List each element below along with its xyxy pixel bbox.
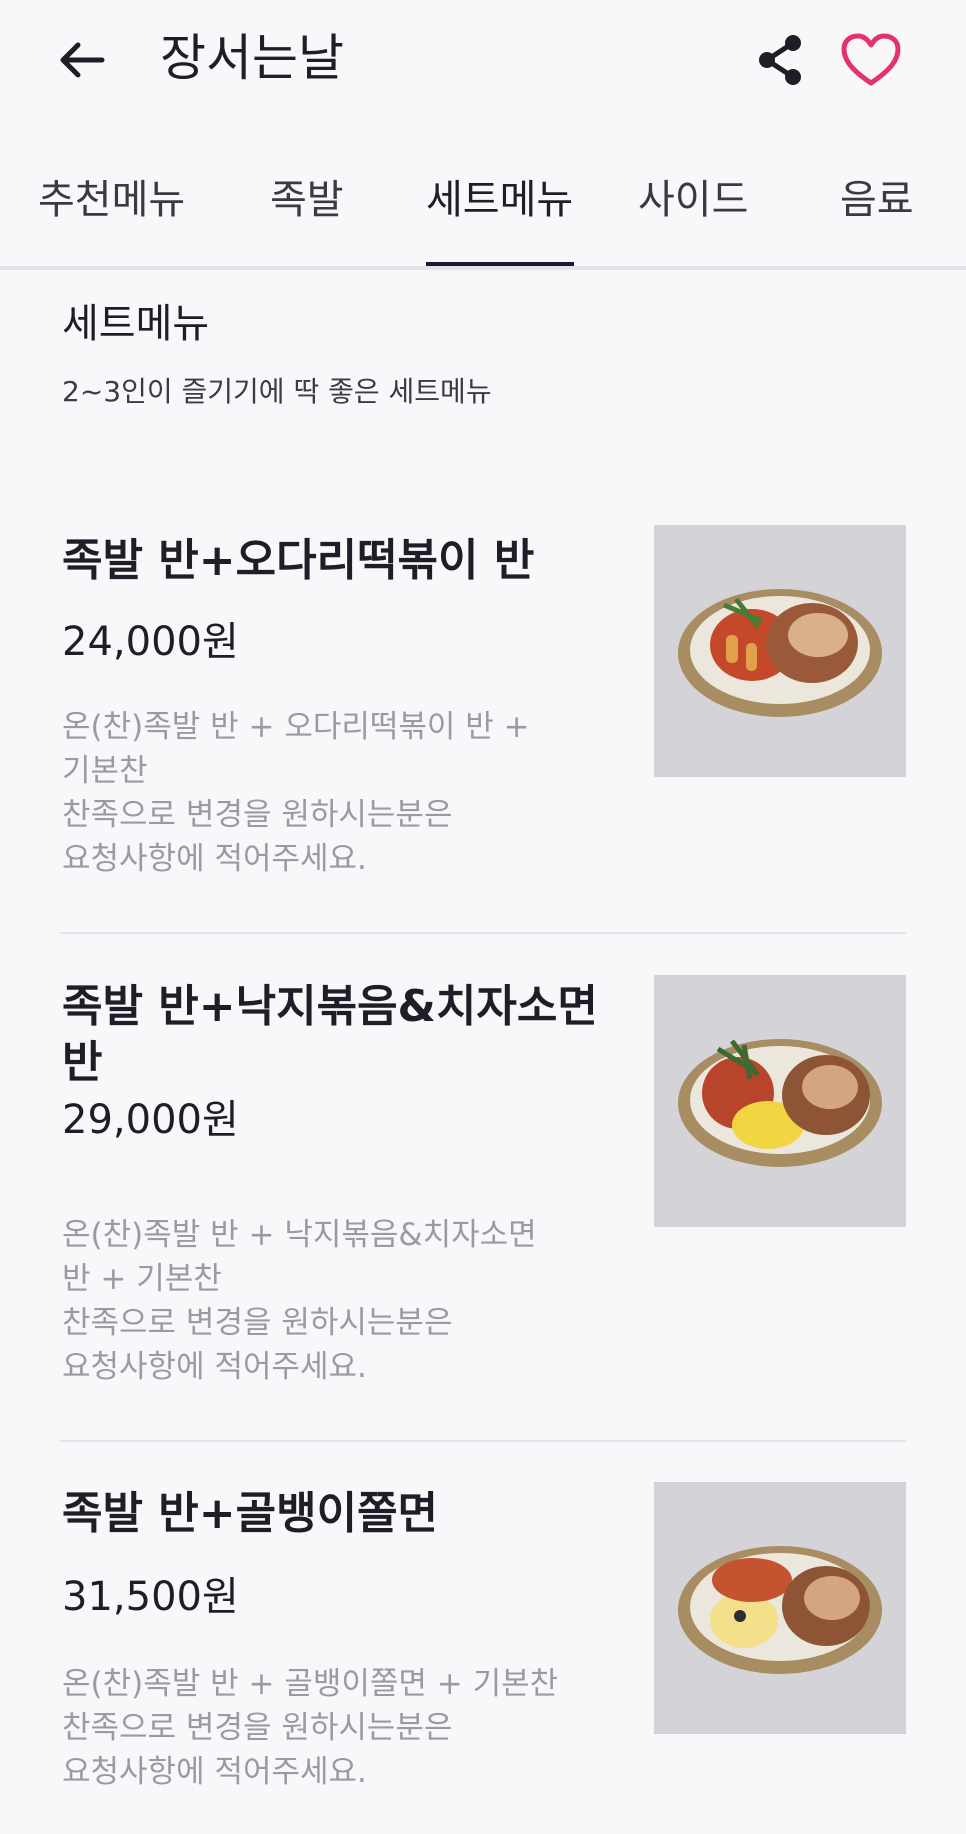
item-divider: [60, 1440, 906, 1442]
page-title: 장서는날: [160, 29, 344, 87]
menu-item-description: 온(찬)족발 반 + 낙지볶음&치자소면 반 + 기본찬 찬족으로 변경을 원하…: [62, 1217, 537, 1385]
menu-item-photo: [654, 525, 906, 777]
arrow-left-icon: [60, 42, 105, 78]
menu-item[interactable]: 족발 반+낙지볶음&치자소면 반 29,000원 온(찬)족발 반 + 낙지볶음…: [0, 975, 966, 1395]
share-icon: [759, 35, 801, 85]
menu-item-price: 29,000원: [62, 1097, 239, 1143]
food-plate-image: [654, 975, 906, 1227]
menu-item-photo: [654, 975, 906, 1227]
tab-recommended[interactable]: 추천메뉴: [38, 170, 185, 230]
food-plate-image: [654, 1482, 906, 1734]
menu-item-description: 온(찬)족발 반 + 골뱅이쫄면 + 기본찬 찬족으로 변경을 원하시는분은 요…: [62, 1666, 559, 1790]
menu-item-name: 족발 반+골뱅이쫄면: [62, 1488, 439, 1539]
favorite-button[interactable]: [836, 28, 906, 92]
menu-item-name: 족발 반+오다리떡볶이 반: [62, 535, 535, 586]
back-button[interactable]: [52, 30, 112, 90]
tab-set-menu[interactable]: 세트메뉴: [426, 170, 573, 230]
menu-item[interactable]: 족발 반+골뱅이쫄면 31,500원 온(찬)족발 반 + 골뱅이쫄면 + 기본…: [0, 1482, 966, 1834]
section-subtitle: 2~3인이 즐기기에 딱 좋은 세트메뉴: [62, 375, 492, 408]
menu-item-name: 족발 반+낙지볶음&치자소면 반: [62, 981, 598, 1088]
tab-side[interactable]: 사이드: [638, 170, 748, 230]
item-divider: [60, 932, 906, 934]
tab-jokbal[interactable]: 족발: [270, 170, 344, 230]
food-plate-image: [654, 525, 906, 777]
menu-item-price: 31,500원: [62, 1574, 239, 1620]
heart-outline-icon: [841, 33, 901, 86]
menu-item[interactable]: 족발 반+오다리떡볶이 반 24,000원 온(찬)족발 반 + 오다리떡볶이 …: [0, 525, 966, 935]
share-button[interactable]: [750, 28, 810, 92]
app-header: 장서는날: [0, 0, 966, 120]
menu-item-description: 온(찬)족발 반 + 오다리떡볶이 반 + 기본찬 찬족으로 변경을 원하시는분…: [62, 709, 530, 877]
tab-divider: [0, 266, 966, 270]
tab-drinks[interactable]: 음료: [840, 170, 914, 230]
section-title: 세트메뉴: [62, 301, 210, 347]
menu-item-photo: [654, 1482, 906, 1734]
category-tabs: 추천메뉴 족발 세트메뉴 사이드 음료: [0, 150, 966, 270]
menu-item-price: 24,000원: [62, 619, 239, 665]
